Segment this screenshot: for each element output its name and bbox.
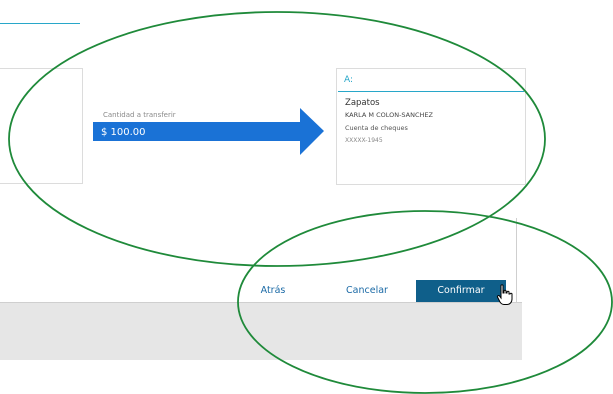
divider (0, 302, 522, 303)
amount-value: $ 100.00 (101, 127, 146, 138)
confirm-button[interactable]: Confirmar (416, 280, 506, 302)
cancel-button[interactable]: Cancelar (332, 280, 402, 302)
hand-pointer-icon (496, 284, 513, 305)
amount-label: Cantidad a transferir (103, 111, 176, 119)
account-name: Zapatos (345, 98, 380, 108)
account-holder: KARLA M COLON-SANCHEZ (345, 111, 433, 119)
to-heading: A: (344, 75, 354, 85)
from-card-accent-line (0, 23, 80, 24)
divider (516, 218, 517, 302)
to-card-accent-line (338, 91, 524, 92)
footer-band (0, 303, 522, 360)
back-button[interactable]: Atrás (250, 280, 296, 302)
account-type: Cuenta de cheques (345, 124, 408, 132)
from-account-card (0, 68, 83, 184)
account-number: XXXXX-1945 (345, 137, 383, 144)
